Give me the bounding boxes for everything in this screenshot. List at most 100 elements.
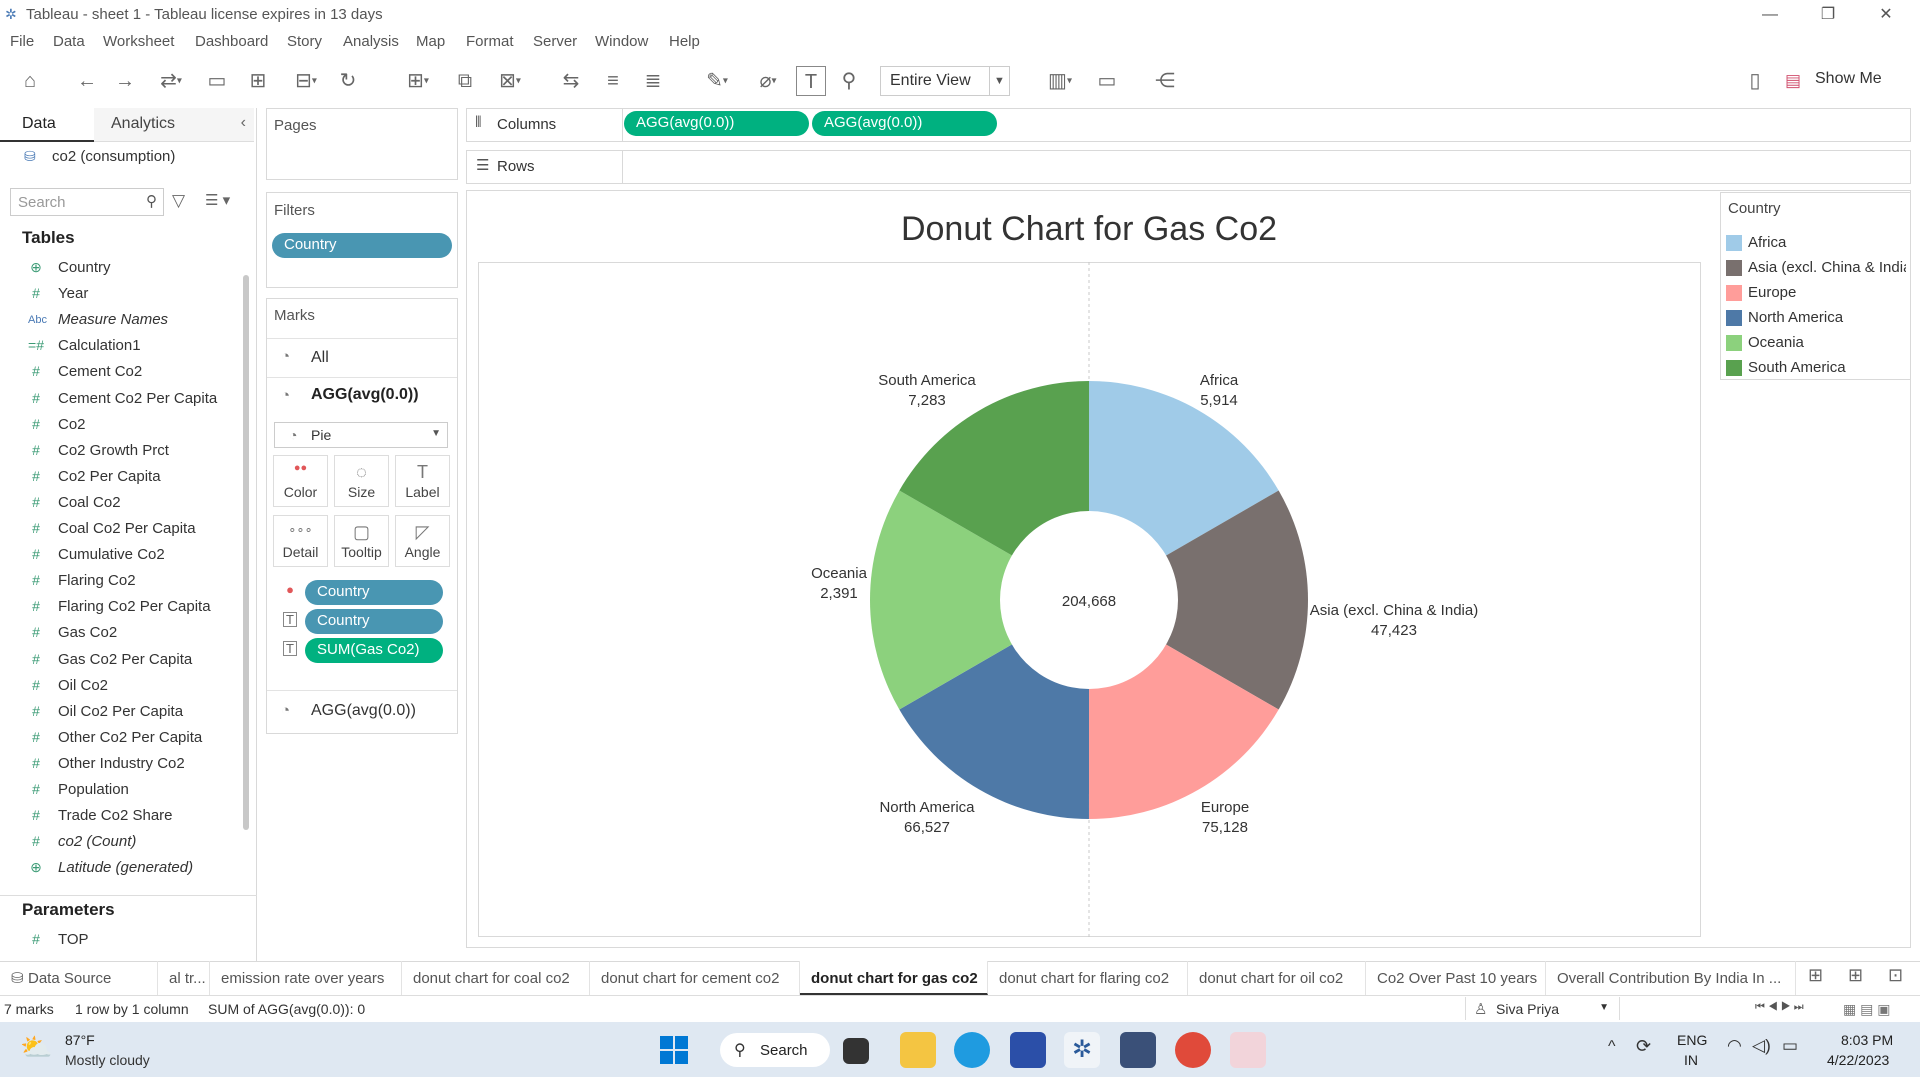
legend-item[interactable]: Africa <box>1726 232 1906 254</box>
menu-analysis[interactable]: Analysis <box>343 33 399 50</box>
restore-icon[interactable]: ❐ <box>1808 3 1848 27</box>
chevron-up-icon[interactable]: ^ <box>1608 1038 1616 1056</box>
group-icon[interactable]: ⌀▾ <box>748 66 788 96</box>
field-item[interactable]: ⊕ Latitude (generated) <box>0 855 240 881</box>
field-list-scrollbar[interactable] <box>243 275 249 830</box>
field-item[interactable]: # Gas Co2 Per Capita <box>0 647 240 673</box>
field-item[interactable]: # Cumulative Co2 <box>0 542 240 568</box>
angle-button[interactable]: ◸ Angle <box>395 515 450 567</box>
tab-analytics[interactable]: Analytics ‹ <box>94 108 254 142</box>
share-icon[interactable]: ⋲ <box>1150 66 1180 96</box>
field-item[interactable]: # Flaring Co2 <box>0 568 240 594</box>
legend-item[interactable]: Europe <box>1726 282 1906 304</box>
redo-icon[interactable]: → <box>110 66 140 96</box>
field-item[interactable]: # Coal Co2 Per Capita <box>0 516 240 542</box>
task-view-icon[interactable] <box>843 1038 869 1064</box>
legend-item[interactable]: North America <box>1726 307 1906 329</box>
field-search-input[interactable]: Search ⚲ <box>10 188 164 216</box>
view-fields-icon[interactable]: ☰ ▾ <box>205 191 230 209</box>
menu-story[interactable]: Story <box>287 33 322 50</box>
marks-layer-agg[interactable]: ◔ AGG(avg(0.0)) <box>267 378 457 418</box>
sort-descending-icon[interactable]: ≣ <box>638 66 668 96</box>
menu-help[interactable]: Help <box>669 33 700 50</box>
field-item[interactable]: # Co2 Growth Prct <box>0 438 240 464</box>
sheet-tab[interactable]: Co2 Over Past 10 years <box>1366 961 1546 995</box>
field-item[interactable]: # Cement Co2 <box>0 359 240 385</box>
sheet-nav-icons[interactable]: ⏮ ◀ ▶ ⏭ <box>1755 1001 1804 1014</box>
taskbar-search[interactable]: ⚲ Search <box>720 1033 830 1067</box>
tab-data-source[interactable]: Data Source <box>0 961 158 995</box>
undo-icon[interactable]: ← <box>72 66 102 96</box>
field-item[interactable]: # Cement Co2 Per Capita <box>0 386 240 412</box>
parameter-top[interactable]: # TOP <box>0 927 240 953</box>
menu-map[interactable]: Map <box>416 33 445 50</box>
field-item[interactable]: # Other Industry Co2 <box>0 751 240 777</box>
presentation-icon[interactable]: ▭ <box>1092 66 1122 96</box>
chrome-icon[interactable] <box>1175 1032 1211 1068</box>
swap-icon[interactable]: ⇄▾ <box>148 66 194 96</box>
volume-icon[interactable]: ◁) <box>1752 1036 1771 1056</box>
tableau-taskbar-icon[interactable]: ✲ <box>1064 1032 1100 1068</box>
color-button[interactable]: ●● Color <box>273 455 328 507</box>
filter-fields-icon[interactable]: ▽ <box>172 191 185 211</box>
sync-icon[interactable]: ⟳ <box>1636 1036 1651 1057</box>
field-item[interactable]: # Gas Co2 <box>0 620 240 646</box>
menu-worksheet[interactable]: Worksheet <box>103 33 174 50</box>
rows-shelf[interactable] <box>466 150 1911 184</box>
edge-icon[interactable] <box>954 1032 990 1068</box>
field-item[interactable]: # Population <box>0 777 240 803</box>
highlight-icon[interactable]: ✎▾ <box>697 66 737 96</box>
sheet-tab[interactable]: emission rate over years <box>210 961 402 995</box>
fix-axes-icon[interactable]: ⚲ <box>834 66 864 96</box>
show-labels-icon[interactable]: T <box>796 66 826 96</box>
close-icon[interactable]: ✕ <box>1866 3 1906 27</box>
label-button[interactable]: T Label <box>395 455 450 507</box>
menu-data[interactable]: Data <box>53 33 85 50</box>
columns-pill-2[interactable]: AGG(avg(0.0)) <box>812 111 997 136</box>
swap-rows-columns-icon[interactable]: ⇆ <box>556 66 586 96</box>
show-cards-icon[interactable]: ▥▾ <box>1040 66 1080 96</box>
wifi-icon[interactable]: ◠ <box>1727 1036 1742 1056</box>
snipping-tool-icon[interactable] <box>1230 1032 1266 1068</box>
mark-pill[interactable]: Country <box>305 580 443 605</box>
legend-item[interactable]: Oceania <box>1726 332 1906 354</box>
new-dashboard-tab-icon[interactable]: ⊞ <box>1848 965 1863 986</box>
pause-updates-icon[interactable]: ⊟▾ <box>283 66 329 96</box>
marks-layer-agg-2[interactable]: ◔ AGG(avg(0.0)) <box>267 690 457 730</box>
sort-ascending-icon[interactable]: ≡ <box>598 66 628 96</box>
clock-time[interactable]: 8:03 PM <box>1841 1032 1893 1048</box>
sheet-tab[interactable]: donut chart for gas co2 <box>800 961 988 995</box>
field-item[interactable]: # Flaring Co2 Per Capita <box>0 594 240 620</box>
new-worksheet-tab-icon[interactable]: ⊞ <box>1808 965 1823 986</box>
mark-pill[interactable]: SUM(Gas Co2) <box>305 638 443 663</box>
file-explorer-icon[interactable] <box>900 1032 936 1068</box>
new-story-tab-icon[interactable]: ⊡ <box>1888 965 1903 986</box>
language-line1[interactable]: ENG <box>1677 1032 1707 1048</box>
field-item[interactable]: # co2 (Count) <box>0 829 240 855</box>
field-item[interactable]: # Coal Co2 <box>0 490 240 516</box>
sheet-tab[interactable]: donut chart for cement co2 <box>590 961 800 995</box>
sheet-tab[interactable]: donut chart for coal co2 <box>402 961 590 995</box>
language-line2[interactable]: IN <box>1684 1052 1698 1068</box>
field-item[interactable]: =# Calculation1 <box>0 333 240 359</box>
menu-format[interactable]: Format <box>466 33 514 50</box>
field-item[interactable]: # Oil Co2 Per Capita <box>0 699 240 725</box>
battery-icon[interactable]: ▭ <box>1782 1036 1798 1056</box>
legend-item[interactable]: Asia (excl. China & India) <box>1726 257 1906 279</box>
fit-dropdown[interactable]: Entire View ▼ <box>880 66 1010 96</box>
sheet-tab[interactable]: al tr... <box>158 961 210 995</box>
field-item[interactable]: # Co2 <box>0 412 240 438</box>
store-icon[interactable] <box>1010 1032 1046 1068</box>
tooltip-button[interactable]: ▢ Tooltip <box>334 515 389 567</box>
clear-sheet-icon[interactable]: ⊠▾ <box>490 66 530 96</box>
user-menu[interactable]: ♙ Siva Priya ▼ <box>1465 997 1620 1020</box>
detail-button[interactable]: ∘∘∘ Detail <box>273 515 328 567</box>
save-icon[interactable]: ▭ <box>202 66 232 96</box>
tab-data[interactable]: Data <box>0 108 94 142</box>
field-item[interactable]: ⊕ Country <box>0 255 240 281</box>
columns-pill-1[interactable]: AGG(avg(0.0)) <box>624 111 809 136</box>
legend-item[interactable]: South America <box>1726 357 1906 379</box>
new-worksheet-icon[interactable]: ⊞▾ <box>398 66 438 96</box>
marks-all-row[interactable]: ◔ All <box>267 338 457 378</box>
field-item[interactable]: Abc Measure Names <box>0 307 240 333</box>
